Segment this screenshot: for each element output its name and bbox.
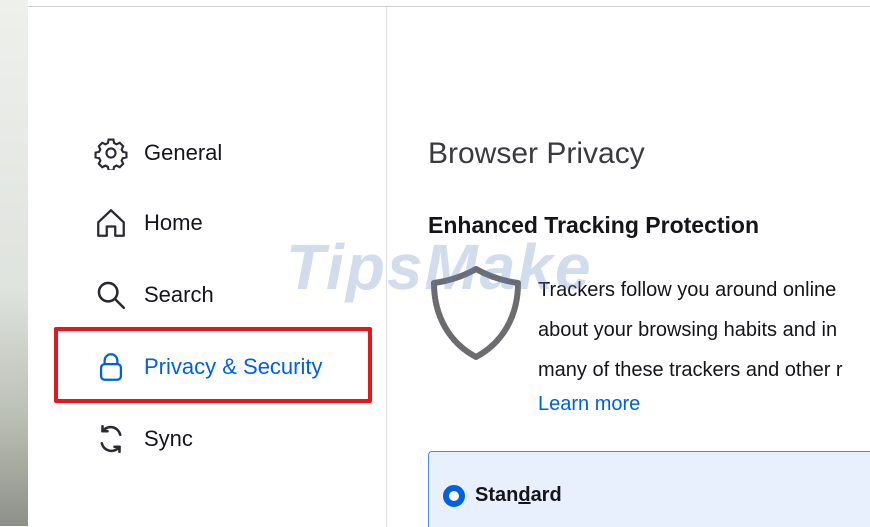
- sidebar-item-sync[interactable]: Sync: [94, 419, 193, 459]
- sidebar: General Home Search Privacy & Security S…: [28, 7, 387, 527]
- home-icon: [97, 209, 125, 237]
- highlight-annotation-box: [54, 327, 372, 403]
- standard-radio-button[interactable]: [443, 485, 465, 507]
- sidebar-item-label: General: [144, 140, 223, 165]
- sidebar-item-general[interactable]: General: [94, 133, 222, 173]
- shield-icon: [431, 266, 521, 360]
- search-icon: [97, 281, 126, 310]
- section-title: Enhanced Tracking Protection: [428, 212, 760, 238]
- standard-option-card[interactable]: Standard: [428, 451, 870, 527]
- sidebar-item-search[interactable]: Search: [94, 275, 214, 315]
- preferences-window: General Home Search Privacy & Security S…: [28, 6, 870, 527]
- description-line: many of these trackers and other r: [538, 359, 843, 381]
- gear-icon: [94, 138, 128, 170]
- standard-option-label: Standard: [475, 484, 562, 506]
- learn-more-link[interactable]: Learn more: [538, 393, 640, 416]
- desktop-background: [0, 0, 28, 526]
- sync-icon: [100, 424, 122, 454]
- sidebar-item-home[interactable]: Home: [94, 203, 203, 243]
- main-content: Browser Privacy Enhanced Tracking Protec…: [428, 7, 870, 527]
- sidebar-item-label: Sync: [144, 426, 193, 451]
- page-title: Browser Privacy: [428, 137, 645, 170]
- sidebar-item-label: Search: [144, 282, 214, 307]
- description-line: Trackers follow you around online: [538, 279, 837, 301]
- sidebar-item-label: Home: [144, 210, 203, 235]
- description-line: about your browsing habits and in: [538, 319, 838, 341]
